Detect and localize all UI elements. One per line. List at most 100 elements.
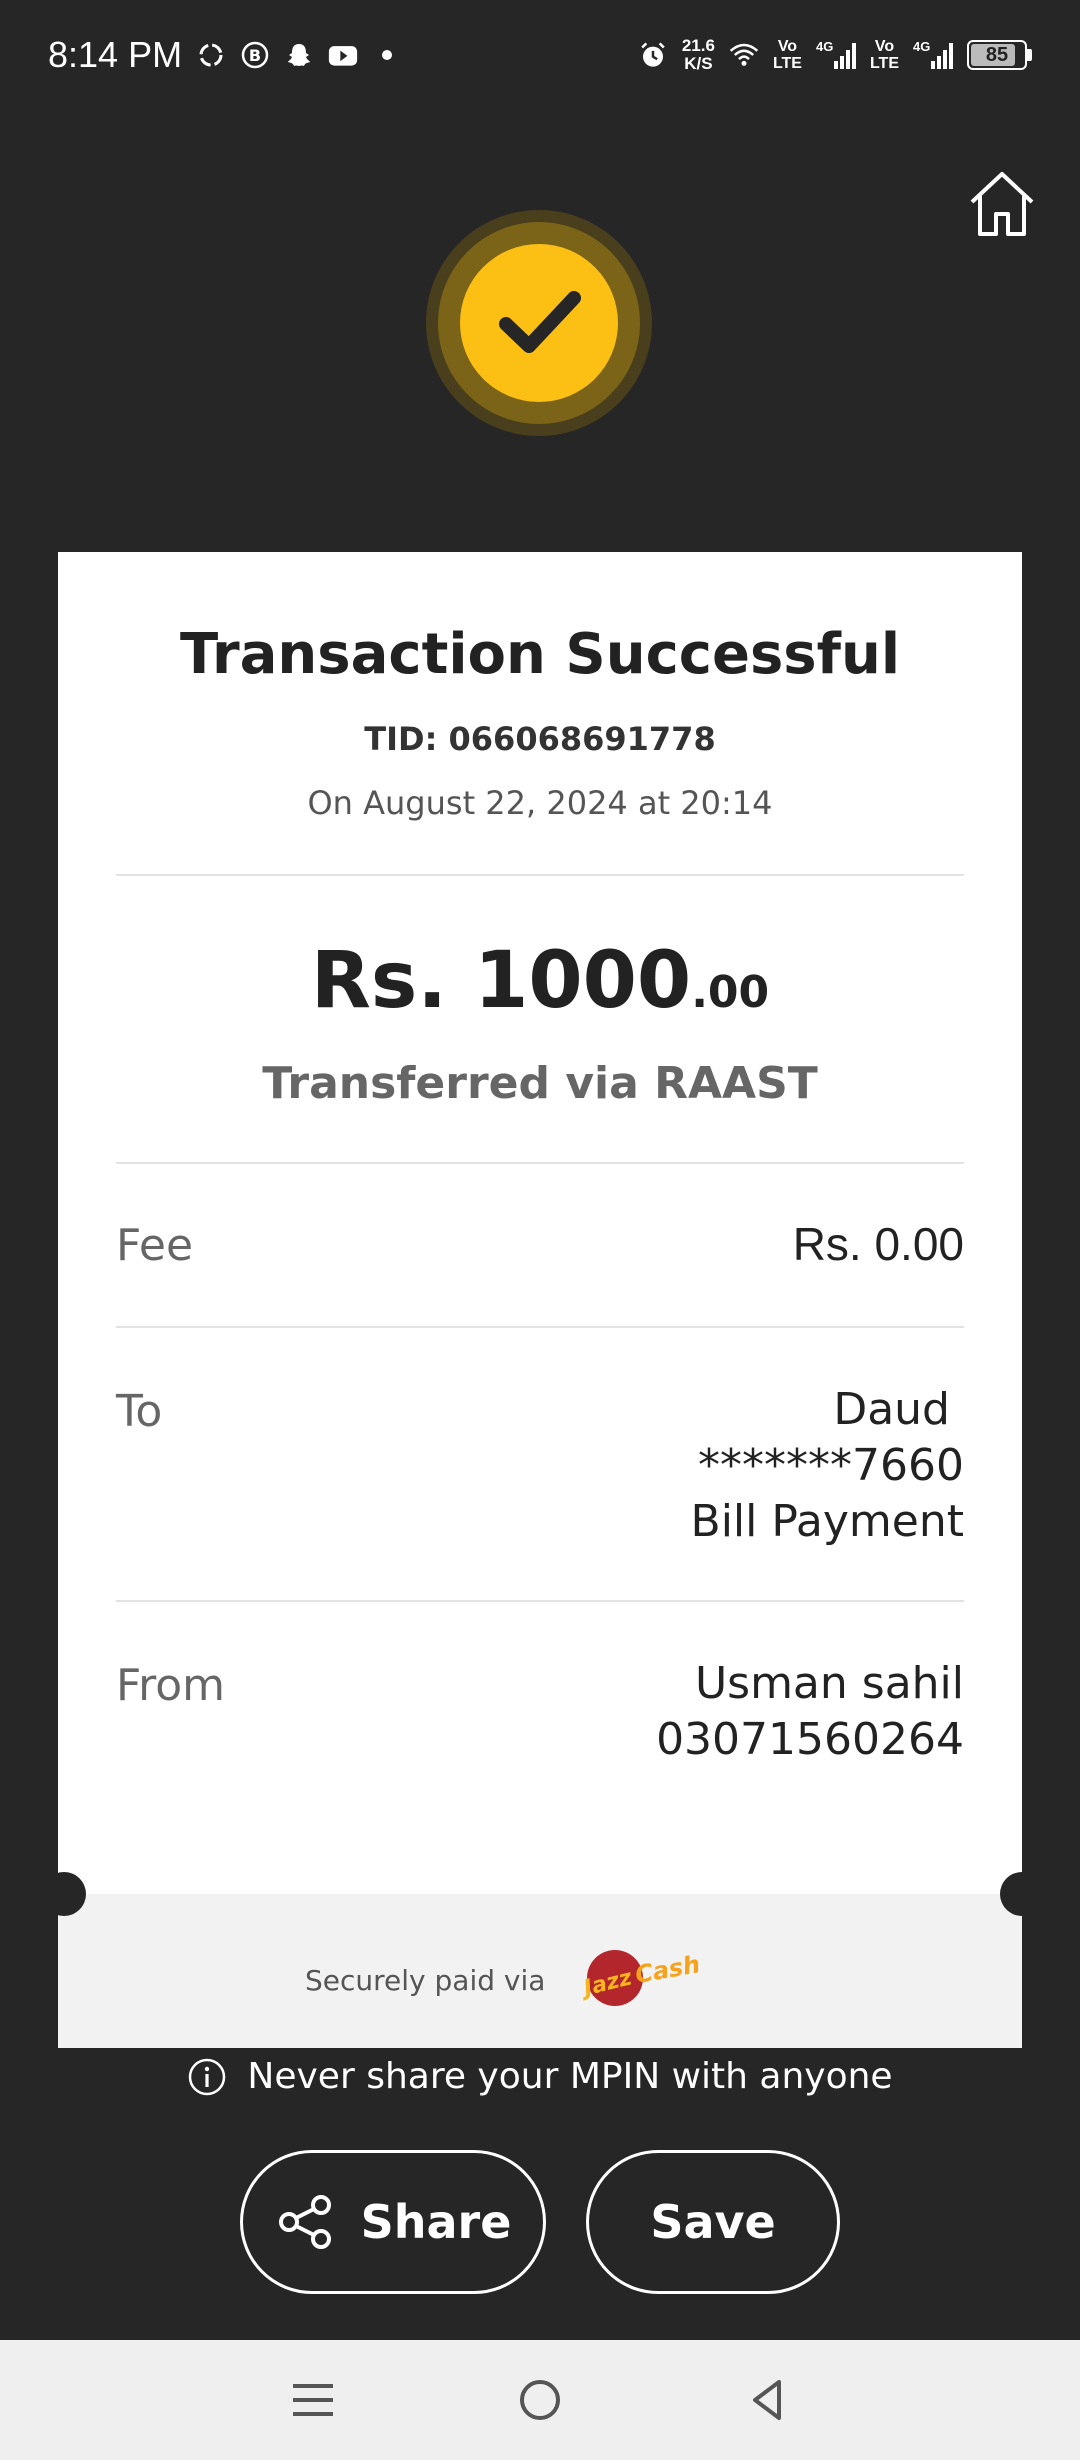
home-icon xyxy=(970,172,1034,236)
net-speed-value: 21.6 xyxy=(681,36,715,55)
scallop xyxy=(603,532,623,550)
scallop xyxy=(723,532,743,550)
divider xyxy=(116,1326,964,1328)
scallop xyxy=(453,532,473,550)
scallop xyxy=(693,532,713,550)
scallop xyxy=(483,532,503,550)
scallop xyxy=(633,532,653,550)
scallop xyxy=(243,532,263,550)
scallop xyxy=(993,532,1013,550)
to-label: To xyxy=(116,1386,163,1437)
to-details: Daud *******7660 Bill Payment xyxy=(691,1382,964,1550)
svg-text:4G: 4G xyxy=(816,39,833,54)
scallop xyxy=(903,532,923,550)
share-icon xyxy=(278,2195,331,2249)
scallop xyxy=(63,532,83,550)
jazzcash-logo: Jazz Cash xyxy=(577,1950,702,2006)
scallop xyxy=(93,532,113,550)
info-icon xyxy=(189,2058,226,2095)
to-type: Bill Payment xyxy=(690,1496,964,1547)
youtube-icon xyxy=(328,40,358,70)
dot-icon xyxy=(372,40,402,70)
fee-label: Fee xyxy=(116,1220,194,1271)
scallop xyxy=(663,532,683,550)
circle-home-icon xyxy=(519,2380,560,2420)
to-name: Daud xyxy=(833,1384,950,1435)
receipt-card xyxy=(58,552,1022,2048)
to-account: *******7660 xyxy=(698,1440,964,1491)
amount-cents: .00 xyxy=(691,967,770,1018)
volte-2: Vo LTE xyxy=(869,38,899,72)
secure-text: Securely paid via xyxy=(305,1964,546,1997)
save-button[interactable]: Save xyxy=(586,2150,840,2294)
scallop xyxy=(183,532,203,550)
amount-main: Rs. 1000 xyxy=(310,936,692,1026)
scallop xyxy=(933,532,953,550)
scallop xyxy=(783,532,803,550)
back-icon xyxy=(752,2380,781,2420)
scallop xyxy=(213,532,233,550)
transfer-method: Transferred via RAAST xyxy=(262,1058,818,1109)
divider xyxy=(116,1162,964,1164)
net-speed: 21.6 K/S xyxy=(682,37,715,73)
system-icons: 21.6 K/S Vo LTE 4G Vo LTE 4G 85 xyxy=(638,37,1032,73)
recent-apps-button[interactable] xyxy=(283,2370,343,2430)
share-button[interactable]: Share xyxy=(240,2150,546,2294)
alarm-icon xyxy=(638,40,668,70)
scallop xyxy=(813,532,833,550)
svg-text:4G: 4G xyxy=(913,39,930,54)
from-label: From xyxy=(116,1660,226,1711)
battery-indicator: 85 xyxy=(967,40,1032,70)
battery-icon: 85 xyxy=(967,40,1027,70)
scallop xyxy=(873,532,893,550)
receipt-notch-right xyxy=(1000,1872,1044,1916)
save-label: Save xyxy=(650,2195,776,2249)
snapchat-icon xyxy=(284,40,314,70)
divider xyxy=(116,874,964,876)
wifi-icon xyxy=(729,40,759,70)
scallop xyxy=(363,532,383,550)
check-icon xyxy=(499,291,581,353)
divider xyxy=(116,1600,964,1602)
battery-level: 85 xyxy=(985,43,1009,66)
scallop xyxy=(843,532,863,550)
back-button[interactable] xyxy=(737,2370,797,2430)
scallop xyxy=(273,532,293,550)
scallop xyxy=(123,532,143,550)
scallop xyxy=(303,532,323,550)
scallop xyxy=(393,532,413,550)
sync-icon xyxy=(196,40,226,70)
status-bar: 8:14 PM B 21.6 K/S Vo LTE 4G Vo LTE 4G 8… xyxy=(0,0,1080,110)
scallop xyxy=(333,532,353,550)
home-nav-button[interactable] xyxy=(510,2370,570,2430)
net-speed-unit: K/S xyxy=(684,54,713,73)
receipt-scalloped-edge xyxy=(63,532,1013,550)
home-button[interactable] xyxy=(964,166,1040,242)
from-number: 03071560264 xyxy=(656,1714,964,1765)
fee-value: Rs. 0.00 xyxy=(792,1218,964,1270)
scallop xyxy=(573,532,593,550)
transaction-id: TID: 066068691778 xyxy=(364,720,716,758)
notification-icons: B xyxy=(196,40,402,70)
signal-2-icon: 4G xyxy=(913,39,953,70)
scallop xyxy=(753,532,773,550)
system-nav-bar xyxy=(0,2340,1080,2460)
svg-text:B: B xyxy=(249,46,261,65)
share-label: Share xyxy=(360,2195,512,2249)
scallop xyxy=(153,532,173,550)
mpin-warning: Never share your MPIN with anyone xyxy=(0,2056,1080,2097)
scallop xyxy=(423,532,443,550)
transaction-amount: Rs. 1000.00 xyxy=(0,936,1080,1026)
mpin-warning-text: Never share your MPIN with anyone xyxy=(247,2056,893,2097)
signal-1-icon: 4G xyxy=(816,39,856,70)
menu-icon xyxy=(293,2384,334,2416)
receipt-notch-left xyxy=(42,1872,86,1916)
from-details: Usman sahil 03071560264 xyxy=(656,1656,964,1768)
volte-1: Vo LTE xyxy=(772,38,802,72)
scallop xyxy=(963,532,983,550)
svg-text:Cash: Cash xyxy=(633,1950,702,1989)
transaction-date: On August 22, 2024 at 20:14 xyxy=(307,784,773,822)
success-badge xyxy=(460,244,618,402)
status-time: 8:14 PM xyxy=(48,34,183,75)
from-name: Usman sahil xyxy=(694,1658,964,1709)
